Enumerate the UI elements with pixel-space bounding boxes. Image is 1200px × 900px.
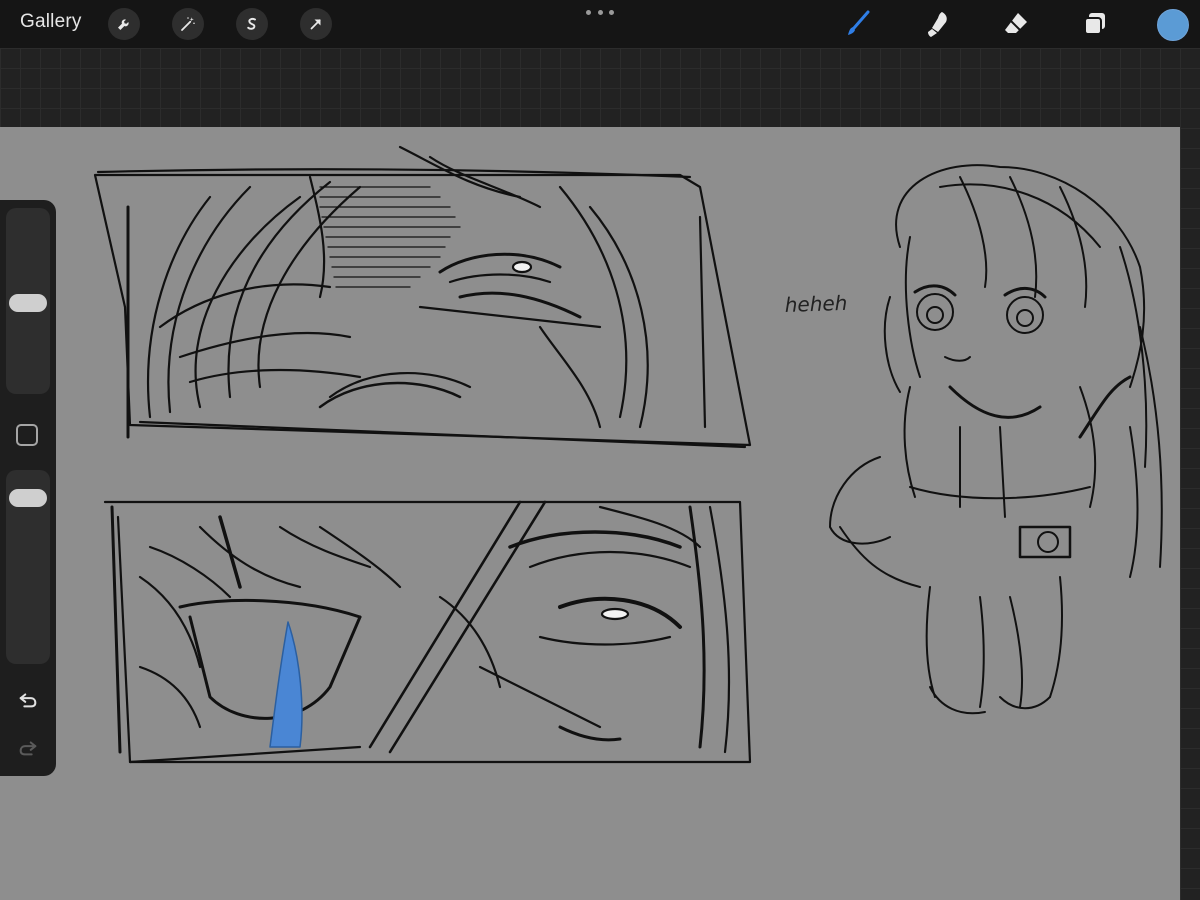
bottom-panel (103, 500, 752, 764)
top-toolbar: Gallery (0, 0, 1200, 48)
drawing-canvas[interactable]: heheh (0, 127, 1180, 900)
procreate-app: heheh Gallery (0, 0, 1200, 900)
annotation-text: heheh (784, 291, 847, 317)
eraser-tool-button[interactable] (998, 6, 1034, 42)
undo-button[interactable] (14, 686, 42, 714)
eraser-icon (1005, 13, 1027, 33)
magic-wand-icon (181, 17, 195, 31)
redo-button[interactable] (14, 734, 42, 762)
brush-size-slider[interactable] (6, 208, 50, 394)
left-sidebar (0, 200, 56, 776)
layers-button[interactable] (1077, 6, 1113, 42)
selection-s-icon (247, 17, 256, 30)
redo-icon (19, 741, 37, 756)
adjustments-button[interactable] (108, 8, 140, 40)
sketch-artwork: heheh (93, 145, 1163, 764)
tongue-blue-stroke (269, 621, 303, 748)
dot-icon (609, 9, 614, 15)
modify-button[interactable] (16, 424, 38, 446)
smudge-tool-button[interactable] (920, 6, 956, 42)
dot-icon (586, 9, 591, 15)
layers-icon (1084, 13, 1105, 35)
wrench-icon (118, 19, 129, 30)
brush-icon (848, 10, 870, 35)
smudge-icon (928, 12, 947, 37)
opacity-slider[interactable] (6, 470, 50, 664)
chibi-character (829, 164, 1163, 715)
dot-icon (597, 9, 603, 15)
transform-arrow-icon (310, 19, 321, 30)
brush-tool-button[interactable] (840, 6, 876, 42)
top-panel (93, 145, 752, 449)
adjust-button[interactable] (172, 8, 204, 40)
brush-size-thumb[interactable] (9, 293, 47, 312)
transform-button[interactable] (300, 8, 332, 40)
opacity-thumb[interactable] (9, 489, 47, 508)
gallery-button[interactable]: Gallery (20, 11, 82, 33)
selection-button[interactable] (236, 8, 268, 40)
more-options-dots[interactable] (586, 6, 614, 18)
undo-icon (19, 693, 37, 708)
color-picker-button[interactable] (1157, 9, 1189, 41)
